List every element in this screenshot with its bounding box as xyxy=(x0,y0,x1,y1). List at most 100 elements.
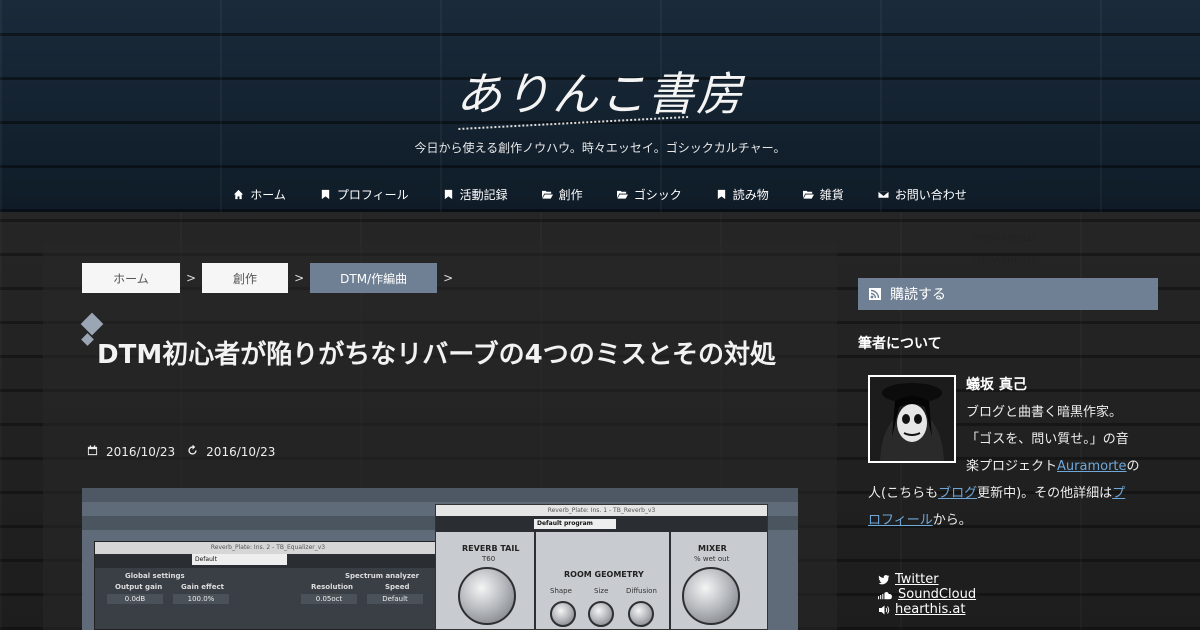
pr-banner-1[interactable]: [PRBANNER1] xyxy=(973,234,1035,244)
hearthis-link[interactable]: hearthis.at xyxy=(895,602,965,617)
soundcloud-icon xyxy=(878,591,892,599)
author-avatar xyxy=(868,375,956,463)
bookmark-icon xyxy=(444,189,452,200)
pr-banner-2[interactable]: [PRBANNER2] xyxy=(973,256,1035,266)
room-geometry-label: ROOM GEOMETRY xyxy=(564,570,644,579)
panel-divider xyxy=(534,532,536,630)
nav-label: お問い合わせ xyxy=(894,188,967,202)
nav-item-profile[interactable]: プロフィール xyxy=(320,186,409,203)
breadcrumb-dtm[interactable]: DTM/作編曲 xyxy=(310,263,438,293)
author-bio-line: ブログと曲書く暗黒作家。 xyxy=(966,405,1123,420)
folder-open-icon xyxy=(541,190,553,199)
bio-text: 人(こちらも xyxy=(868,486,939,501)
nav-item-gothic[interactable]: ゴシック xyxy=(616,186,682,203)
subscribe-label: 購読する xyxy=(890,287,946,303)
blog-link[interactable]: ブログ xyxy=(938,486,977,501)
spectrum-analyzer-label: Spectrum analyzer xyxy=(345,572,420,580)
nav-label: ゴシック xyxy=(633,188,682,202)
shape-knob xyxy=(550,601,576,627)
article-panel: ホーム > 創作 > DTM/作編曲 > DTM初心者が陥りがちなリバーブの4つ… xyxy=(43,243,837,630)
site-tagline: 今日から使える創作ノウハウ。時々エッセイ。ゴシックカルチャー。 xyxy=(414,141,786,155)
preset-select: Default program xyxy=(534,519,616,529)
folder-open-icon xyxy=(802,190,814,199)
article-dates: 2016/10/23 2016/10/23 xyxy=(87,445,275,459)
gain-effect-label: Gain effect xyxy=(181,583,224,591)
bookmark-icon xyxy=(717,189,725,200)
title-diamond-decoration xyxy=(80,312,104,336)
reverb-tail-label: REVERB TAIL xyxy=(462,544,520,553)
profile-link[interactable]: プ xyxy=(1112,486,1125,501)
breadcrumb-creation[interactable]: 創作 xyxy=(202,263,289,293)
diffusion-label: Diffusion xyxy=(626,587,657,595)
profile-link[interactable]: ロフィール xyxy=(868,513,933,528)
site-header: ありんこ書房 今日から使える創作ノウハウ。時々エッセイ。ゴシックカルチャー。 ホ… xyxy=(0,0,1200,212)
nav-label: プロフィール xyxy=(336,188,409,202)
breadcrumb-home[interactable]: ホーム xyxy=(82,263,180,293)
equalizer-plugin-window: Reverb_Plate: Ins. 2 - TB_Equalizer_v3 D… xyxy=(94,541,442,630)
nav-label: 読み物 xyxy=(732,188,769,202)
diffusion-knob xyxy=(628,601,654,627)
bio-text: から。 xyxy=(932,513,972,528)
twitter-link[interactable]: Twitter xyxy=(895,572,939,587)
output-gain-value: 0.0dB xyxy=(107,594,163,604)
folder-open-icon xyxy=(616,190,628,199)
author-section-heading: 筆者について xyxy=(858,336,942,352)
reverb-plugin-window: Reverb_Plate: Ins. 1 - TB_Reverb_v3 Defa… xyxy=(435,504,768,630)
twitter-icon xyxy=(878,574,890,584)
speed-label: Speed xyxy=(385,583,410,591)
mixer-label: MIXER xyxy=(698,544,727,553)
bio-text: 更新中)。その他詳細は xyxy=(977,486,1113,501)
mixer-knob xyxy=(682,567,740,625)
size-label: Size xyxy=(594,587,609,595)
nav-label: ホーム xyxy=(250,188,286,202)
published-date: 2016/10/23 xyxy=(106,445,176,459)
shape-label: Shape xyxy=(550,587,572,595)
bookmark-icon xyxy=(321,189,330,200)
speed-value: Default xyxy=(367,594,423,604)
nav-item-home[interactable]: ホーム xyxy=(233,186,286,203)
size-knob xyxy=(588,601,614,627)
breadcrumb: ホーム > 創作 > DTM/作編曲 > xyxy=(82,263,453,293)
eyecatch-image: EQ EQ EQ Reverb_Plate: Ins. 2 - TB_Equal… xyxy=(82,488,798,630)
refresh-icon xyxy=(187,445,198,456)
plugin-window-title: Reverb_Plate: Ins. 1 - TB_Reverb_v3 xyxy=(436,505,767,516)
nav-label: 創作 xyxy=(558,188,583,202)
nav-item-goods[interactable]: 雑貨 xyxy=(802,186,844,203)
nav-label: 活動記録 xyxy=(459,188,508,202)
eq-track-bar xyxy=(82,488,798,502)
plugin-toolbar: Default program xyxy=(436,516,767,532)
social-link-soundcloud[interactable]: SoundCloud xyxy=(878,587,976,602)
article-title: DTM初心者が陥りがちなリバーブの4つのミスとその対処 xyxy=(97,340,776,370)
panel-divider xyxy=(669,532,671,630)
nav-item-creation[interactable]: 創作 xyxy=(541,186,583,203)
author-bio-line: 人(こちらもブログ更新中)。その他詳細はプ xyxy=(868,480,1125,507)
soundcloud-link[interactable]: SoundCloud xyxy=(898,587,976,602)
bio-text: の xyxy=(1126,459,1140,474)
author-name: 蟻坂 真己 xyxy=(966,377,1027,393)
nav-item-activity[interactable]: 活動記録 xyxy=(443,186,508,203)
envelope-icon xyxy=(877,190,889,199)
rss-icon xyxy=(869,288,881,300)
resolution-value: 0.05oct xyxy=(301,594,357,604)
t60-label: T60 xyxy=(482,555,496,563)
nav-item-contact[interactable]: お問い合わせ xyxy=(877,186,967,203)
author-bio-line: 楽プロジェクトAuramorteの xyxy=(966,453,1140,480)
wet-out-label: % wet out xyxy=(694,555,730,563)
calendar-icon xyxy=(87,445,98,456)
subscribe-button[interactable]: 購読する xyxy=(858,278,1158,310)
nav-label: 雑貨 xyxy=(819,188,844,202)
breadcrumb-separator: > xyxy=(294,271,305,285)
volume-icon xyxy=(879,605,890,614)
auramorte-link[interactable]: Auramorte xyxy=(1057,459,1127,474)
author-bio-line: 「ゴスを、問い質せ。」の音 xyxy=(966,432,1129,447)
social-link-hearthis[interactable]: hearthis.at xyxy=(878,602,965,617)
nav-item-reading[interactable]: 読み物 xyxy=(716,186,769,203)
gain-effect-value: 100.0% xyxy=(173,594,229,604)
global-settings-label: Global settings xyxy=(125,572,185,580)
bio-text: 楽プロジェクト xyxy=(966,459,1058,474)
home-icon xyxy=(234,189,244,200)
preset-select: Default xyxy=(192,554,287,565)
social-link-twitter[interactable]: Twitter xyxy=(878,572,939,587)
main-nav: ホーム プロフィール 活動記録 創作 ゴシック 読み物 雑貨 お問い合わせ xyxy=(0,186,1200,203)
reverb-tail-knob xyxy=(458,567,516,625)
